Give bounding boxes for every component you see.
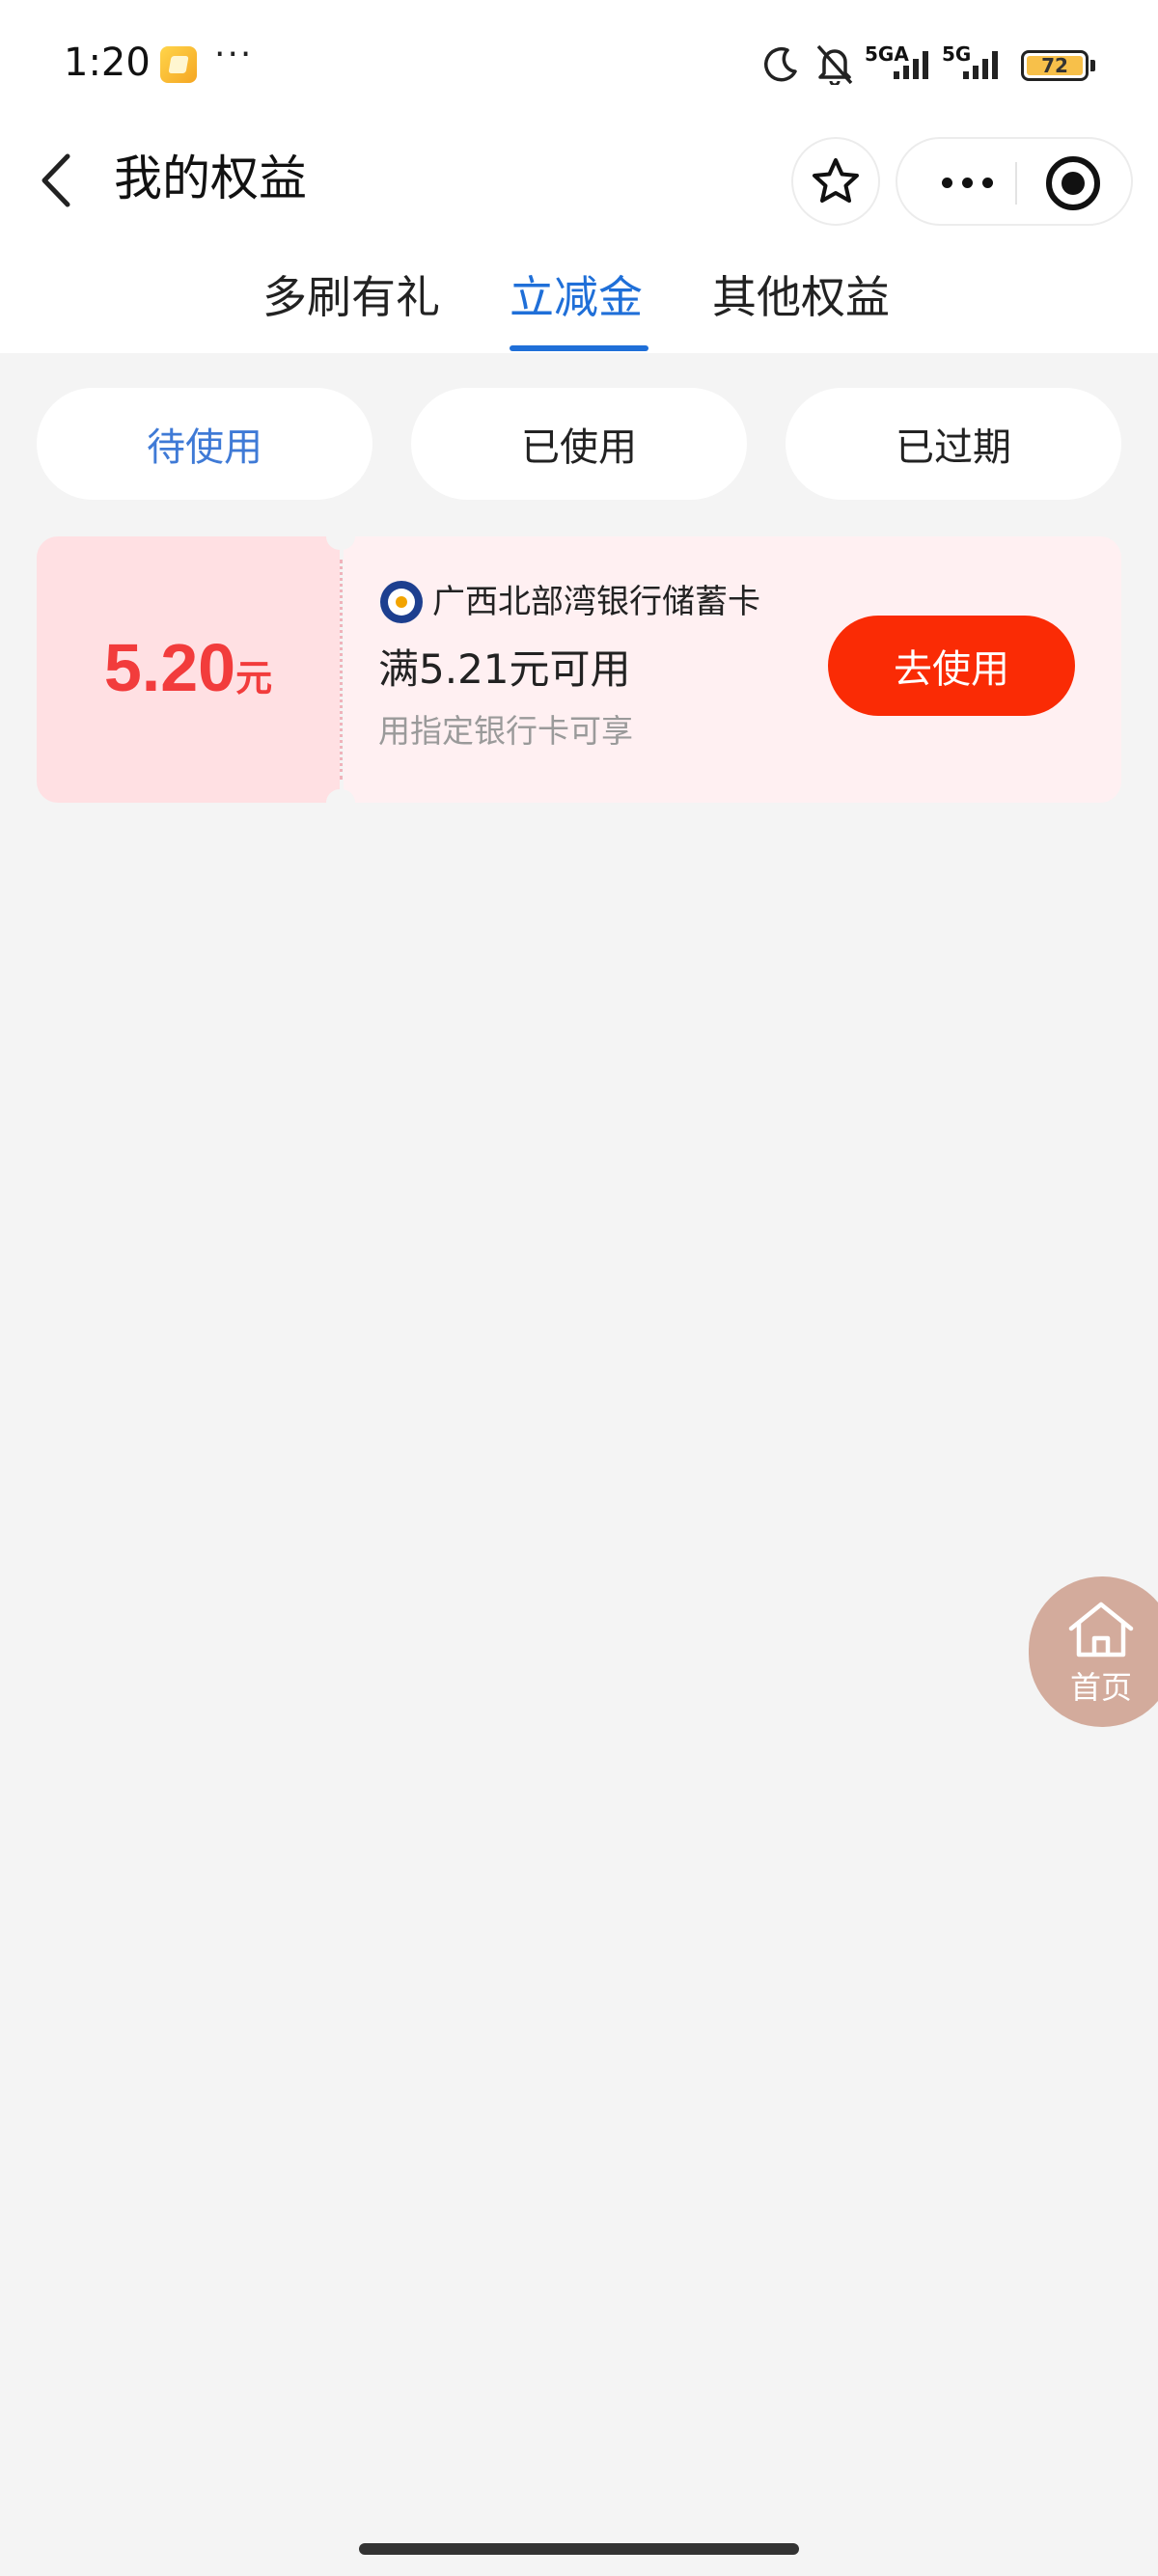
dot-icon	[961, 177, 973, 188]
page-title: 我的权益	[114, 151, 307, 206]
close-mini-program-button[interactable]	[1046, 156, 1100, 210]
bell-muted-icon	[816, 44, 853, 85]
bank-name: 广西北部湾银行储蓄卡	[432, 583, 760, 621]
coupon-amount-value: 5.20	[103, 630, 236, 705]
status-more: ···	[214, 35, 254, 74]
dot-icon	[981, 177, 993, 188]
coupon-amount: 5.20元	[37, 629, 340, 706]
more-options-button[interactable]	[932, 156, 1002, 208]
moon-icon	[764, 46, 797, 82]
status-time: 1:20	[64, 41, 151, 85]
tab-other-benefits[interactable]: 其他权益	[712, 268, 890, 326]
tab-multi-swipe[interactable]: 多刷有礼	[262, 268, 440, 326]
coupon-divider	[340, 560, 343, 780]
battery-level: 72	[1027, 56, 1083, 75]
coupon-condition: 满5.21元可用	[378, 645, 631, 693]
home-label: 首页	[1069, 1669, 1132, 1706]
home-icon	[1068, 1602, 1134, 1658]
coupon-card: 5.20元 广西北部湾银行储蓄卡 满5.21元可用 用指定银行卡可享 去使用	[37, 523, 1121, 816]
star-icon	[813, 158, 859, 203]
back-arrow-icon[interactable]	[33, 147, 81, 214]
mini-program-capsule	[896, 137, 1133, 226]
favorite-button[interactable]	[791, 137, 880, 226]
notes-app-icon	[160, 46, 197, 83]
signal-bars-icon	[894, 51, 928, 79]
battery-tip	[1090, 60, 1095, 71]
bank-logo-icon	[380, 581, 423, 623]
coupon-notch	[326, 789, 355, 816]
filter-expired[interactable]: 已过期	[786, 388, 1121, 500]
coupon-amount-unit: 元	[235, 659, 273, 699]
home-indicator[interactable]	[359, 2543, 799, 2555]
filter-used[interactable]: 已使用	[411, 388, 747, 500]
home-float-button[interactable]: 首页	[1029, 1576, 1158, 1727]
coupon-notch	[326, 523, 355, 550]
status-bar: 1:20 ··· 5GA 5G 72	[0, 0, 1158, 131]
dot-icon	[941, 177, 952, 188]
signal-bars-icon	[963, 51, 998, 79]
battery-icon: 72	[1021, 50, 1089, 81]
use-coupon-button[interactable]: 去使用	[828, 616, 1075, 716]
capsule-divider	[1015, 162, 1017, 205]
filter-unused[interactable]: 待使用	[37, 388, 372, 500]
tab-instant-discount[interactable]: 立减金	[510, 268, 643, 326]
coupon-note: 用指定银行卡可享	[378, 712, 633, 750]
active-tab-indicator	[510, 345, 648, 351]
